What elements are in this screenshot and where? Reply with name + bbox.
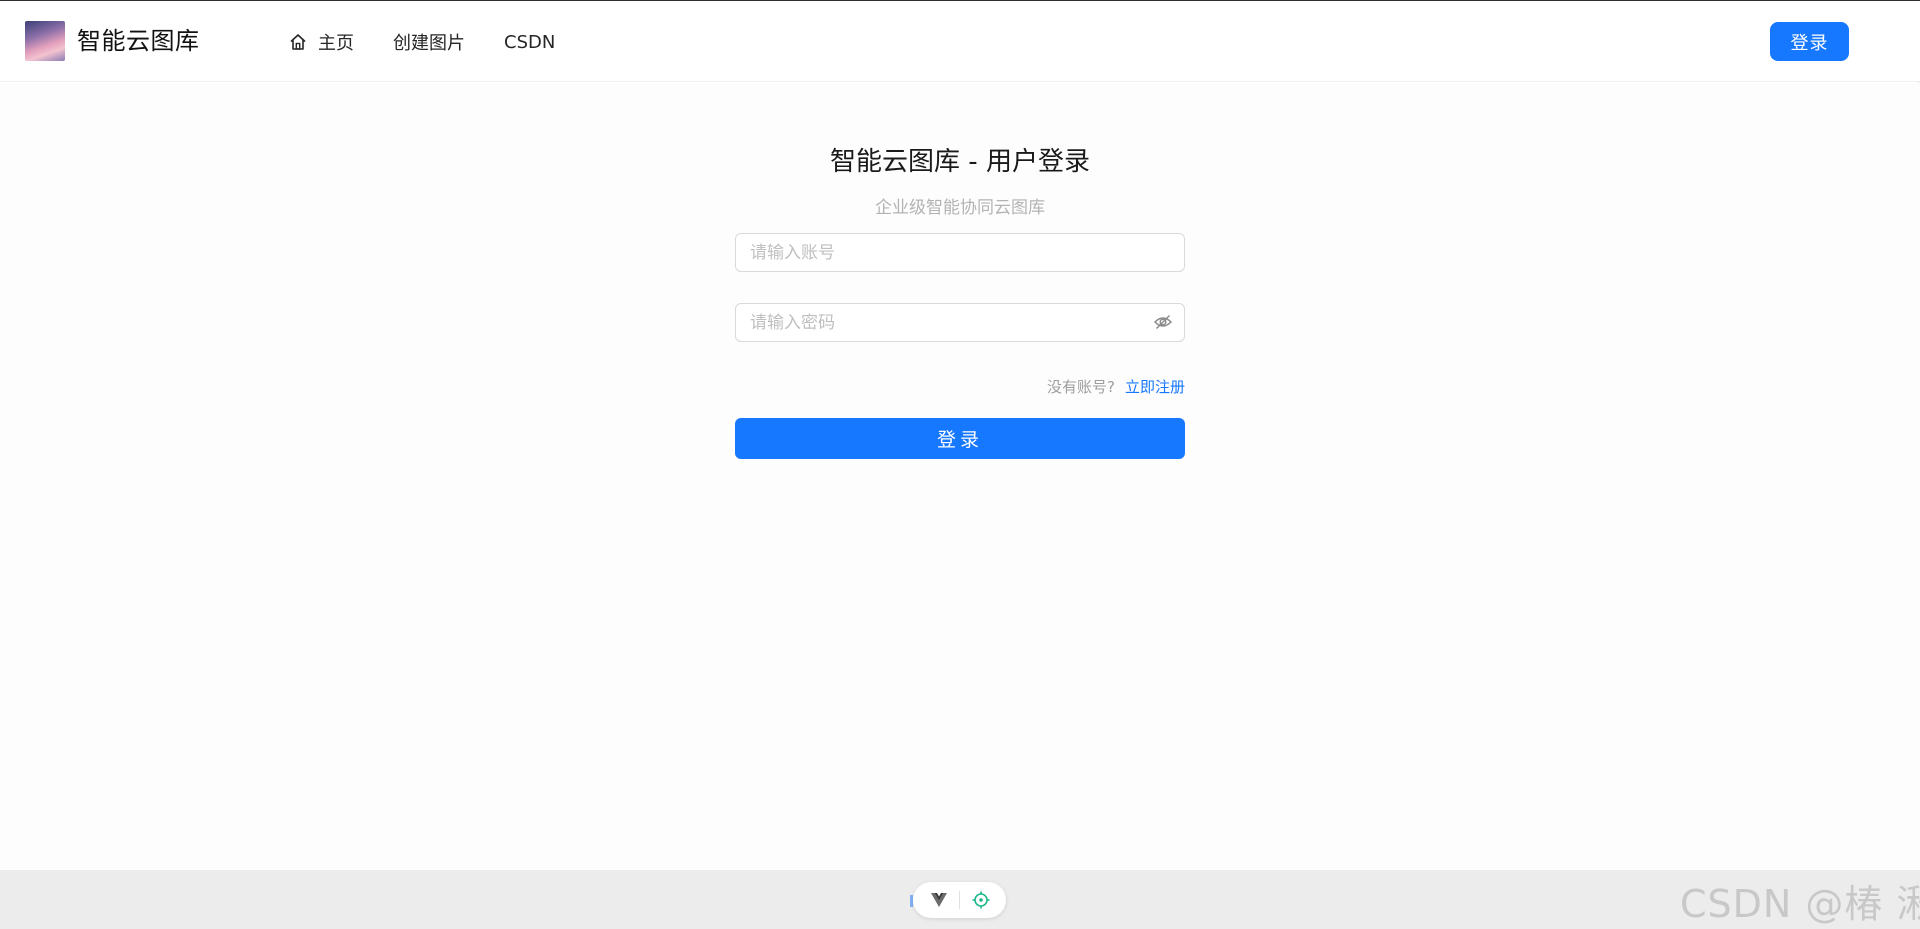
register-row: 没有账号? 立即注册 — [735, 376, 1185, 397]
footer-bar: CSDN @椿 湫 — [0, 870, 1920, 929]
password-input[interactable] — [735, 303, 1185, 342]
nav-item-create-picture-label: 创建图片 — [393, 33, 465, 54]
csdn-watermark: CSDN @椿 湫 — [1680, 882, 1920, 926]
nav-item-home-label: 主页 — [318, 33, 354, 54]
nav-item-create-picture[interactable]: 创建图片 — [393, 29, 465, 55]
home-icon — [290, 34, 306, 50]
register-link[interactable]: 立即注册 — [1125, 378, 1185, 396]
page: 智能云图库 主页 创建图片 CSDN 登录 智能云图库 - 用户登录 企业级智能… — [0, 0, 1920, 929]
nav-item-home[interactable]: 主页 — [288, 29, 354, 55]
login-title: 智能云图库 - 用户登录 — [830, 147, 1090, 177]
nav-item-csdn[interactable]: CSDN — [504, 32, 555, 53]
main-nav: 主页 创建图片 CSDN — [288, 27, 594, 57]
register-hint: 没有账号? — [1047, 378, 1115, 396]
password-field — [735, 303, 1185, 342]
toolbar-divider — [959, 891, 960, 909]
nav-item-csdn-label: CSDN — [504, 31, 556, 53]
target-icon[interactable] — [971, 890, 991, 910]
app-logo[interactable] — [25, 21, 65, 61]
main-content: 智能云图库 - 用户登录 企业级智能协同云图库 没有账号? 立即注册 登录 — [0, 83, 1920, 870]
devtools-toolbar — [913, 882, 1006, 918]
header-login-button[interactable]: 登录 — [1770, 22, 1849, 61]
login-subtitle: 企业级智能协同云图库 — [875, 198, 1045, 218]
eye-invisible-icon[interactable] — [1153, 312, 1173, 332]
top-navbar: 智能云图库 主页 创建图片 CSDN 登录 — [0, 1, 1920, 82]
login-submit-button[interactable]: 登录 — [735, 418, 1185, 459]
app-title[interactable]: 智能云图库 — [77, 26, 200, 56]
vue-icon[interactable] — [930, 891, 948, 909]
account-input[interactable] — [735, 233, 1185, 272]
